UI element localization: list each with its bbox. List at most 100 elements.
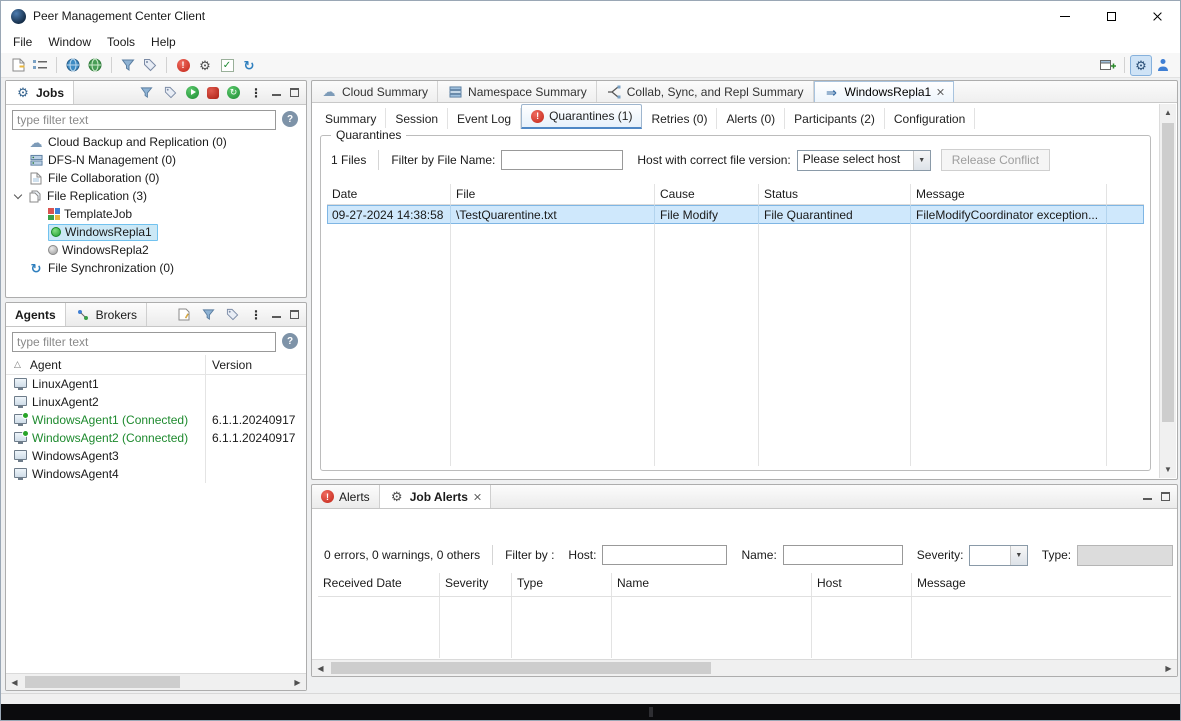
- tab-windowsrepla1[interactable]: ⇒ WindowsRepla1: [814, 81, 955, 102]
- jobs-tags-button[interactable]: [162, 85, 178, 101]
- alerts-name-input[interactable]: [783, 545, 903, 565]
- agents-report-button[interactable]: [176, 307, 192, 323]
- subtab-participants[interactable]: Participants (2): [785, 108, 885, 129]
- column-header-severity[interactable]: Severity: [440, 573, 512, 596]
- agents-view-menu-button[interactable]: ⋮: [248, 307, 264, 323]
- host-select[interactable]: Please select host ▼: [797, 150, 931, 171]
- severity-select[interactable]: ▼: [969, 545, 1027, 566]
- agent-row[interactable]: LinuxAgent2: [6, 393, 306, 411]
- restart-job-button[interactable]: ↻: [227, 86, 240, 99]
- taskbar[interactable]: [1, 704, 1180, 721]
- scroll-left-button[interactable]: ◀: [312, 660, 329, 676]
- close-tab-icon[interactable]: [936, 88, 944, 96]
- maximize-button[interactable]: [1088, 1, 1134, 31]
- column-header-host[interactable]: Host: [812, 573, 912, 596]
- user-perspective-button[interactable]: [1152, 55, 1174, 76]
- column-header-file[interactable]: File: [451, 184, 655, 204]
- jobs-maximize-button[interactable]: [290, 88, 299, 97]
- jobs-filter-button[interactable]: [138, 85, 154, 101]
- subtab-quarantines[interactable]: ! Quarantines (1): [521, 104, 642, 129]
- expander-icon[interactable]: [14, 191, 22, 199]
- agents-tags-button[interactable]: [224, 307, 240, 323]
- tree-item-windowsrepla1[interactable]: WindowsRepla1: [6, 223, 306, 241]
- job-alerts-button[interactable]: ⚙: [194, 55, 216, 76]
- tree-item-templatejob[interactable]: TemplateJob: [6, 205, 306, 223]
- new-job-button[interactable]: [7, 55, 29, 76]
- tab-cloud-summary[interactable]: ☁ Cloud Summary: [312, 81, 438, 102]
- column-header-date[interactable]: Date: [327, 184, 451, 204]
- column-header-status[interactable]: Status: [759, 184, 911, 204]
- agent-row[interactable]: WindowsAgent1 (Connected) 6.1.1.20240917: [6, 411, 306, 429]
- refresh-button[interactable]: ↻: [238, 55, 260, 76]
- scroll-up-button[interactable]: ▲: [1160, 104, 1176, 121]
- open-perspective-button[interactable]: [1097, 55, 1119, 76]
- scrollbar-thumb[interactable]: [1162, 123, 1174, 422]
- menu-help[interactable]: Help: [143, 31, 184, 53]
- web-button[interactable]: [62, 55, 84, 76]
- tab-agents[interactable]: Agents: [6, 303, 66, 326]
- column-header-type[interactable]: Type: [512, 573, 612, 596]
- view-list-button[interactable]: [29, 55, 51, 76]
- agents-maximize-button[interactable]: [290, 310, 299, 319]
- subtab-configuration[interactable]: Configuration: [885, 108, 975, 129]
- subtab-retries[interactable]: Retries (0): [642, 108, 717, 129]
- menu-file[interactable]: File: [5, 31, 40, 53]
- column-header-agent[interactable]: △ Agent: [6, 355, 206, 374]
- alerts-maximize-button[interactable]: [1161, 492, 1170, 501]
- tab-alerts[interactable]: ! Alerts: [312, 485, 380, 508]
- jobs-view-menu-button[interactable]: ⋮: [248, 85, 264, 101]
- tree-item-cloud-backup[interactable]: ☁ Cloud Backup and Replication (0): [6, 133, 306, 151]
- alerts-minimize-button[interactable]: [1143, 492, 1153, 501]
- management-perspective-button[interactable]: ⚙: [1130, 55, 1152, 76]
- menu-window[interactable]: Window: [40, 31, 99, 53]
- column-header-message[interactable]: Message: [911, 184, 1107, 204]
- tasks-button[interactable]: ✓: [216, 55, 238, 76]
- agents-filter-input[interactable]: [12, 332, 276, 352]
- stop-job-button[interactable]: [207, 87, 219, 99]
- scroll-right-button[interactable]: ▶: [1160, 660, 1177, 676]
- agents-filter-button[interactable]: [200, 307, 216, 323]
- column-header-cause[interactable]: Cause: [655, 184, 759, 204]
- scroll-left-button[interactable]: ◀: [6, 674, 23, 690]
- close-button[interactable]: [1134, 1, 1180, 31]
- tree-item-dfsn[interactable]: DFS-N Management (0): [6, 151, 306, 169]
- subtab-event-log[interactable]: Event Log: [448, 108, 521, 129]
- agent-row[interactable]: LinuxAgent1: [6, 375, 306, 393]
- subtab-alerts[interactable]: Alerts (0): [717, 108, 785, 129]
- web-edit-button[interactable]: [84, 55, 106, 76]
- file-name-filter-input[interactable]: [501, 150, 623, 170]
- scroll-down-button[interactable]: ▼: [1160, 461, 1176, 478]
- start-job-button[interactable]: [186, 86, 199, 99]
- tree-item-file-sync[interactable]: ↻ File Synchronization (0): [6, 259, 306, 277]
- scroll-right-button[interactable]: ▶: [289, 674, 306, 690]
- tags-button[interactable]: [139, 55, 161, 76]
- subtab-session[interactable]: Session: [386, 108, 448, 129]
- alerts-button[interactable]: !: [172, 55, 194, 76]
- agents-help-button[interactable]: ?: [282, 333, 298, 349]
- tree-item-file-collab[interactable]: File Collaboration (0): [6, 169, 306, 187]
- jobs-filter-input[interactable]: [12, 110, 276, 130]
- column-header-message[interactable]: Message: [912, 573, 1171, 596]
- tab-job-alerts[interactable]: ⚙ Job Alerts: [380, 485, 491, 508]
- alerts-host-input[interactable]: [602, 545, 727, 565]
- type-select[interactable]: [1077, 545, 1173, 566]
- agent-row[interactable]: WindowsAgent2 (Connected) 6.1.1.20240917: [6, 429, 306, 447]
- tab-brokers[interactable]: Brokers: [66, 303, 147, 326]
- subtab-summary[interactable]: Summary: [316, 108, 386, 129]
- tab-namespace-summary[interactable]: Namespace Summary: [438, 81, 597, 102]
- tab-jobs[interactable]: ⚙ Jobs: [6, 81, 74, 104]
- tree-item-file-replication[interactable]: File Replication (3): [6, 187, 306, 205]
- agents-minimize-button[interactable]: [272, 310, 282, 319]
- agent-row[interactable]: WindowsAgent3: [6, 447, 306, 465]
- filter-button[interactable]: [117, 55, 139, 76]
- agent-row[interactable]: WindowsAgent4: [6, 465, 306, 483]
- tab-collab-sync-repl-summary[interactable]: Collab, Sync, and Repl Summary: [597, 81, 814, 102]
- scrollbar-thumb[interactable]: [25, 676, 180, 688]
- close-tab-icon[interactable]: [473, 493, 481, 501]
- jobs-minimize-button[interactable]: [272, 88, 282, 97]
- menu-tools[interactable]: Tools: [99, 31, 143, 53]
- tree-item-windowsrepla2[interactable]: WindowsRepla2: [6, 241, 306, 259]
- column-header-received-date[interactable]: Received Date: [318, 573, 440, 596]
- minimize-button[interactable]: [1042, 1, 1088, 31]
- jobs-help-button[interactable]: ?: [282, 111, 298, 127]
